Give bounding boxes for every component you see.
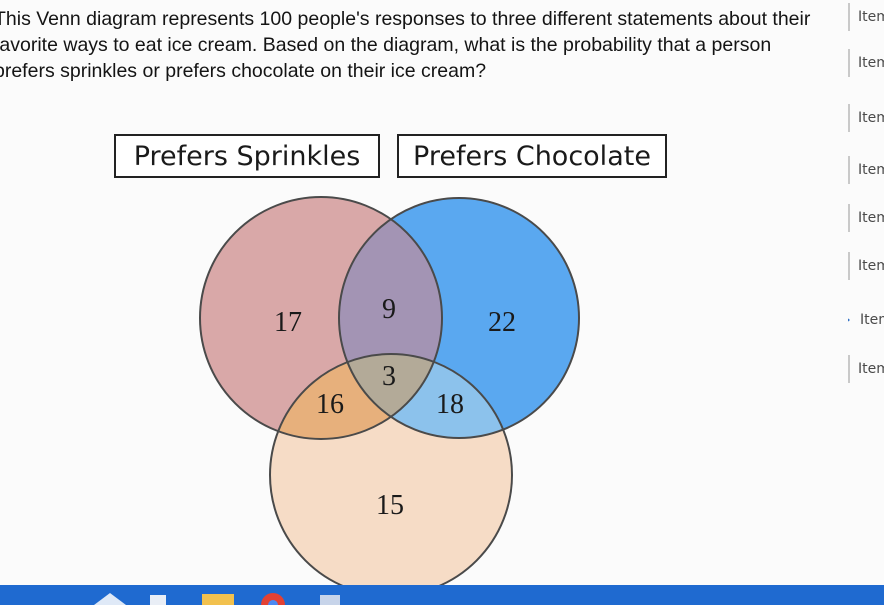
start-icon[interactable]	[90, 591, 130, 605]
taskbar	[0, 585, 884, 605]
venn-value-sprinkles-third: 16	[316, 389, 344, 420]
side-nav-item-5[interactable]: Item 5	[848, 203, 884, 233]
venn-value-third-only: 15	[376, 490, 404, 521]
side-nav-item-6[interactable]: Item 6	[848, 251, 884, 281]
side-nav: Item 1 Item 2 Item 3 Item 4 Item 5 Item …	[828, 0, 884, 585]
venn-value-sprinkles-chocolate: 9	[382, 294, 396, 325]
side-nav-item-3[interactable]: Item 3	[848, 103, 884, 133]
file-explorer-icon[interactable]	[148, 591, 168, 605]
venn-value-sprinkles-only: 17	[274, 307, 302, 338]
side-nav-item-4[interactable]: Item 4	[848, 155, 884, 185]
folder-icon[interactable]	[200, 591, 236, 605]
side-nav-item-1[interactable]: Item 1	[848, 2, 884, 32]
app-icon[interactable]	[318, 591, 342, 605]
chrome-icon[interactable]	[258, 591, 288, 605]
venn-value-chocolate-third: 18	[436, 389, 464, 420]
side-nav-item-7[interactable]: Item 7	[848, 305, 884, 335]
venn-diagram: 17 9 22 3 16 18 15	[199, 196, 580, 597]
venn-value-all-three: 3	[382, 361, 396, 392]
venn-value-chocolate-only: 22	[488, 307, 516, 338]
side-nav-item-8[interactable]: Item 8	[848, 354, 884, 384]
active-arrow-icon	[848, 315, 850, 325]
side-nav-item-2[interactable]: Item 2	[848, 48, 884, 78]
